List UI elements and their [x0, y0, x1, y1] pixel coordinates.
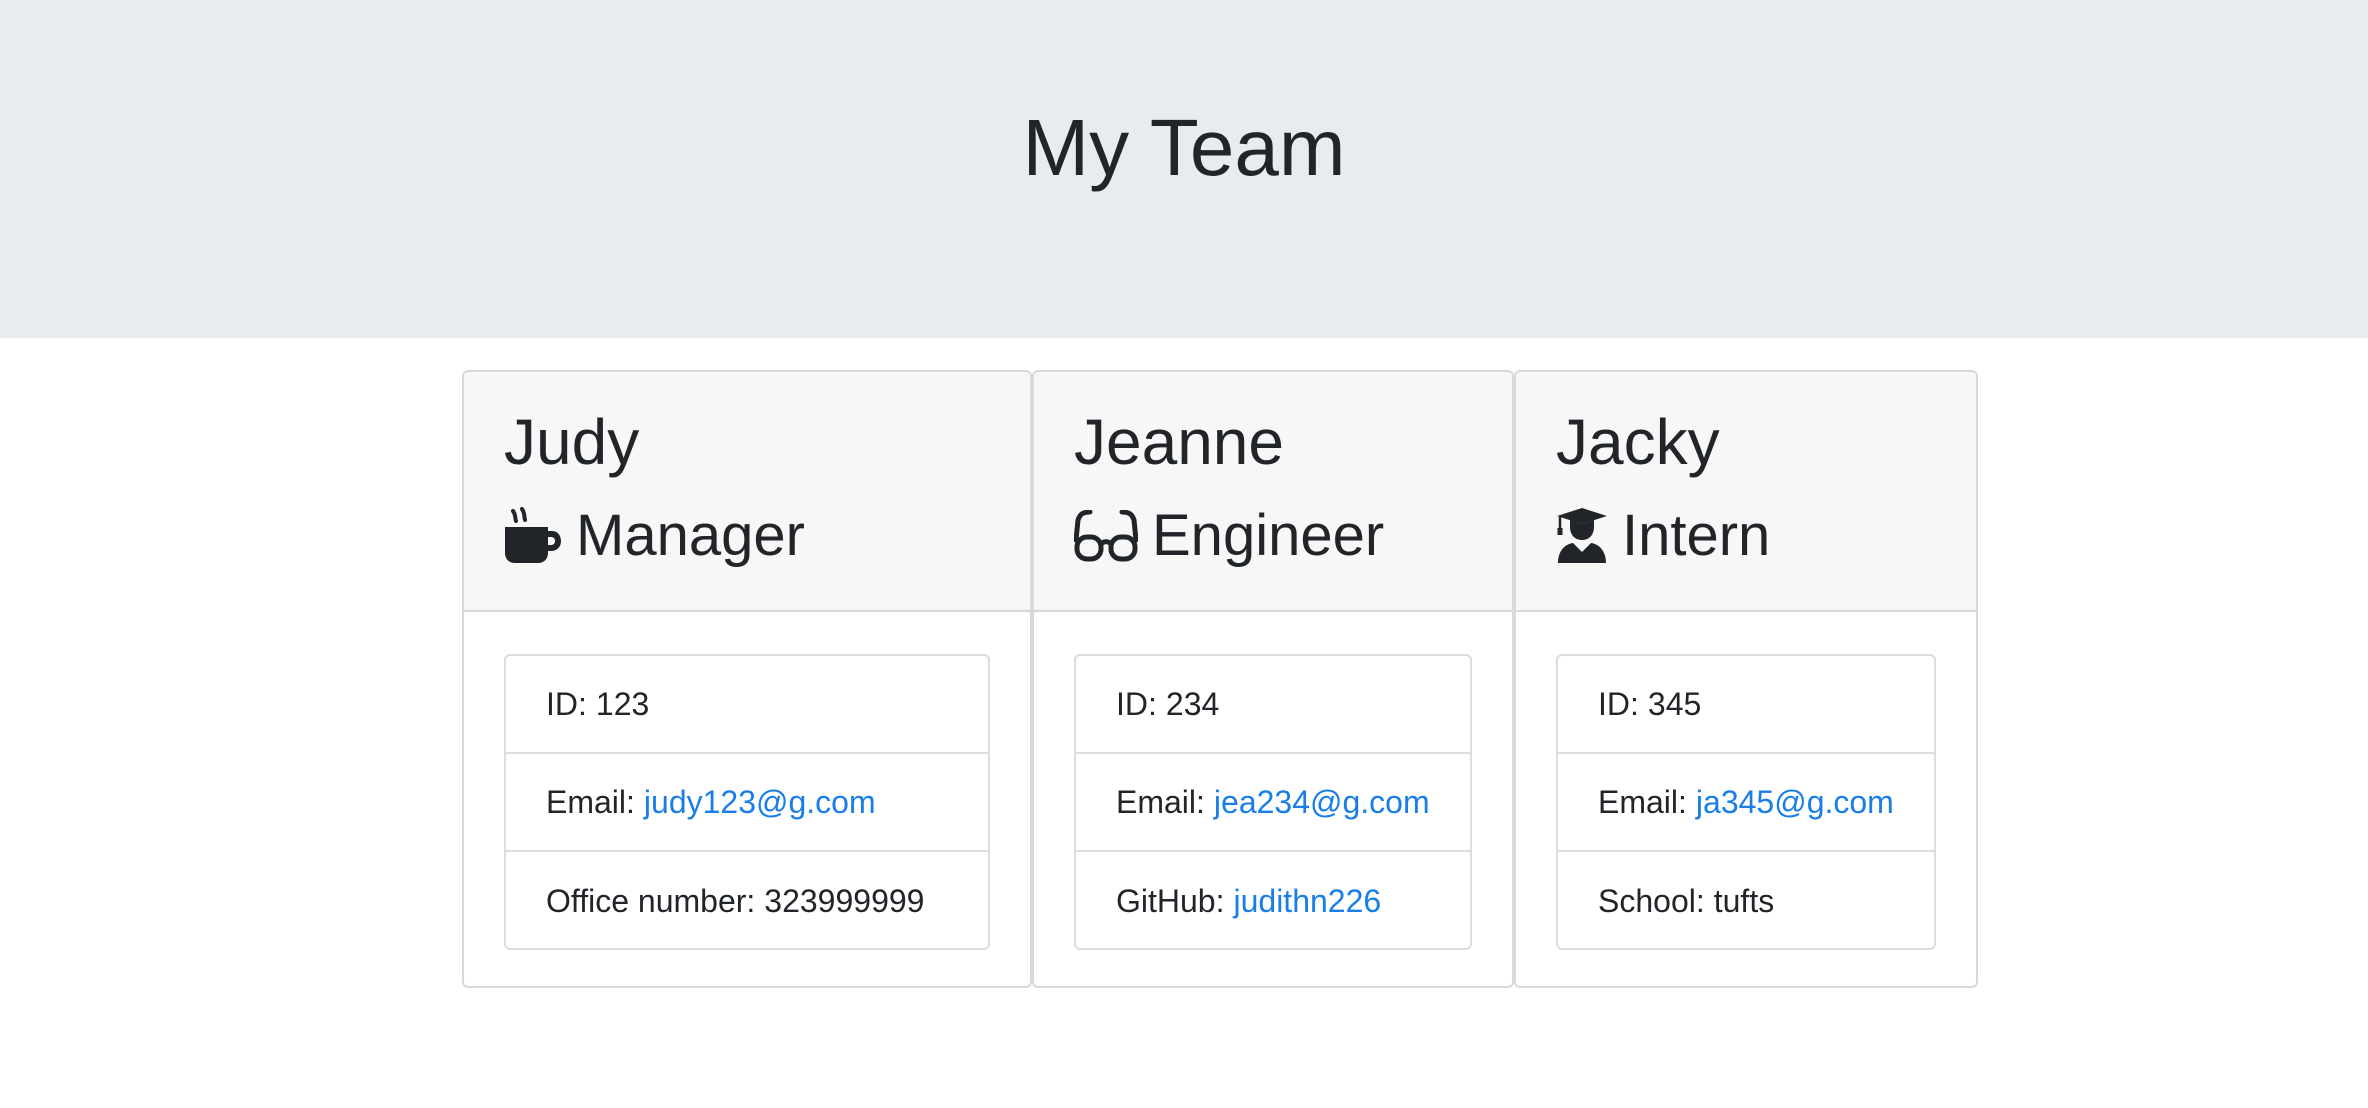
id-value: 123	[595, 686, 650, 722]
list-item-id: ID: 345	[1558, 656, 1934, 754]
list-item-school: School: tufts	[1558, 852, 1934, 948]
github-label: GitHub:	[1116, 883, 1225, 919]
employee-card-engineer: Jeanne Engineer ID: 234 Email: jea234@g.…	[1032, 370, 1514, 988]
employee-role: Intern	[1556, 496, 1770, 576]
graduate-icon	[1556, 507, 1608, 565]
glasses-icon	[1074, 510, 1138, 562]
list-item-office-number: Office number: 323999999	[506, 852, 988, 948]
email-link[interactable]: ja345@g.com	[1696, 782, 1894, 822]
office-number-value: 323999999	[764, 883, 925, 919]
employee-name: Jeanne	[1074, 406, 1284, 478]
office-number-label: Office number:	[546, 883, 756, 919]
email-label: Email:	[546, 784, 635, 820]
email-label: Email:	[1116, 784, 1205, 820]
details-list: ID: 234 Email: jea234@g.com GitHub: judi…	[1074, 654, 1472, 950]
page-title: My Team	[1022, 103, 1346, 192]
school-label: School:	[1598, 883, 1705, 919]
school-value: tufts	[1713, 883, 1775, 919]
list-item-email: Email: jea234@g.com	[1076, 754, 1470, 852]
employee-name: Jacky	[1556, 406, 1720, 478]
details-list: ID: 123 Email: judy123@g.com Office numb…	[504, 654, 990, 950]
mug-hot-icon	[504, 507, 562, 565]
employee-role: Engineer	[1074, 496, 1384, 576]
role-label: Engineer	[1152, 503, 1385, 568]
id-value: 234	[1165, 686, 1220, 722]
role-label: Intern	[1622, 503, 1771, 568]
github-link[interactable]: judithn226	[1233, 881, 1381, 921]
card-header: Jeanne Engineer	[1034, 372, 1512, 612]
employee-card-intern: Jacky Intern ID: 345 Email: ja345@g.com	[1514, 370, 1978, 988]
list-item-github: GitHub: judithn226	[1076, 852, 1470, 948]
list-item-email: Email: judy123@g.com	[506, 754, 988, 852]
email-link[interactable]: judy123@g.com	[644, 782, 876, 822]
card-header: Judy Manager	[464, 372, 1030, 612]
employee-card-manager: Judy Manager ID: 123 Email: judy123@g.co…	[462, 370, 1032, 988]
id-label: ID:	[546, 686, 587, 722]
id-label: ID:	[1598, 686, 1639, 722]
list-item-id: ID: 234	[1076, 656, 1470, 754]
employee-role: Manager	[504, 496, 805, 576]
details-list: ID: 345 Email: ja345@g.com School: tufts	[1556, 654, 1936, 950]
id-label: ID:	[1116, 686, 1157, 722]
card-header: Jacky Intern	[1516, 372, 1976, 612]
employee-name: Judy	[504, 406, 640, 478]
list-item-email: Email: ja345@g.com	[1558, 754, 1934, 852]
id-value: 345	[1647, 686, 1702, 722]
email-link[interactable]: jea234@g.com	[1214, 782, 1430, 822]
email-label: Email:	[1598, 784, 1687, 820]
role-label: Manager	[576, 503, 805, 568]
jumbotron: My Team	[0, 0, 2368, 338]
list-item-id: ID: 123	[506, 656, 988, 754]
